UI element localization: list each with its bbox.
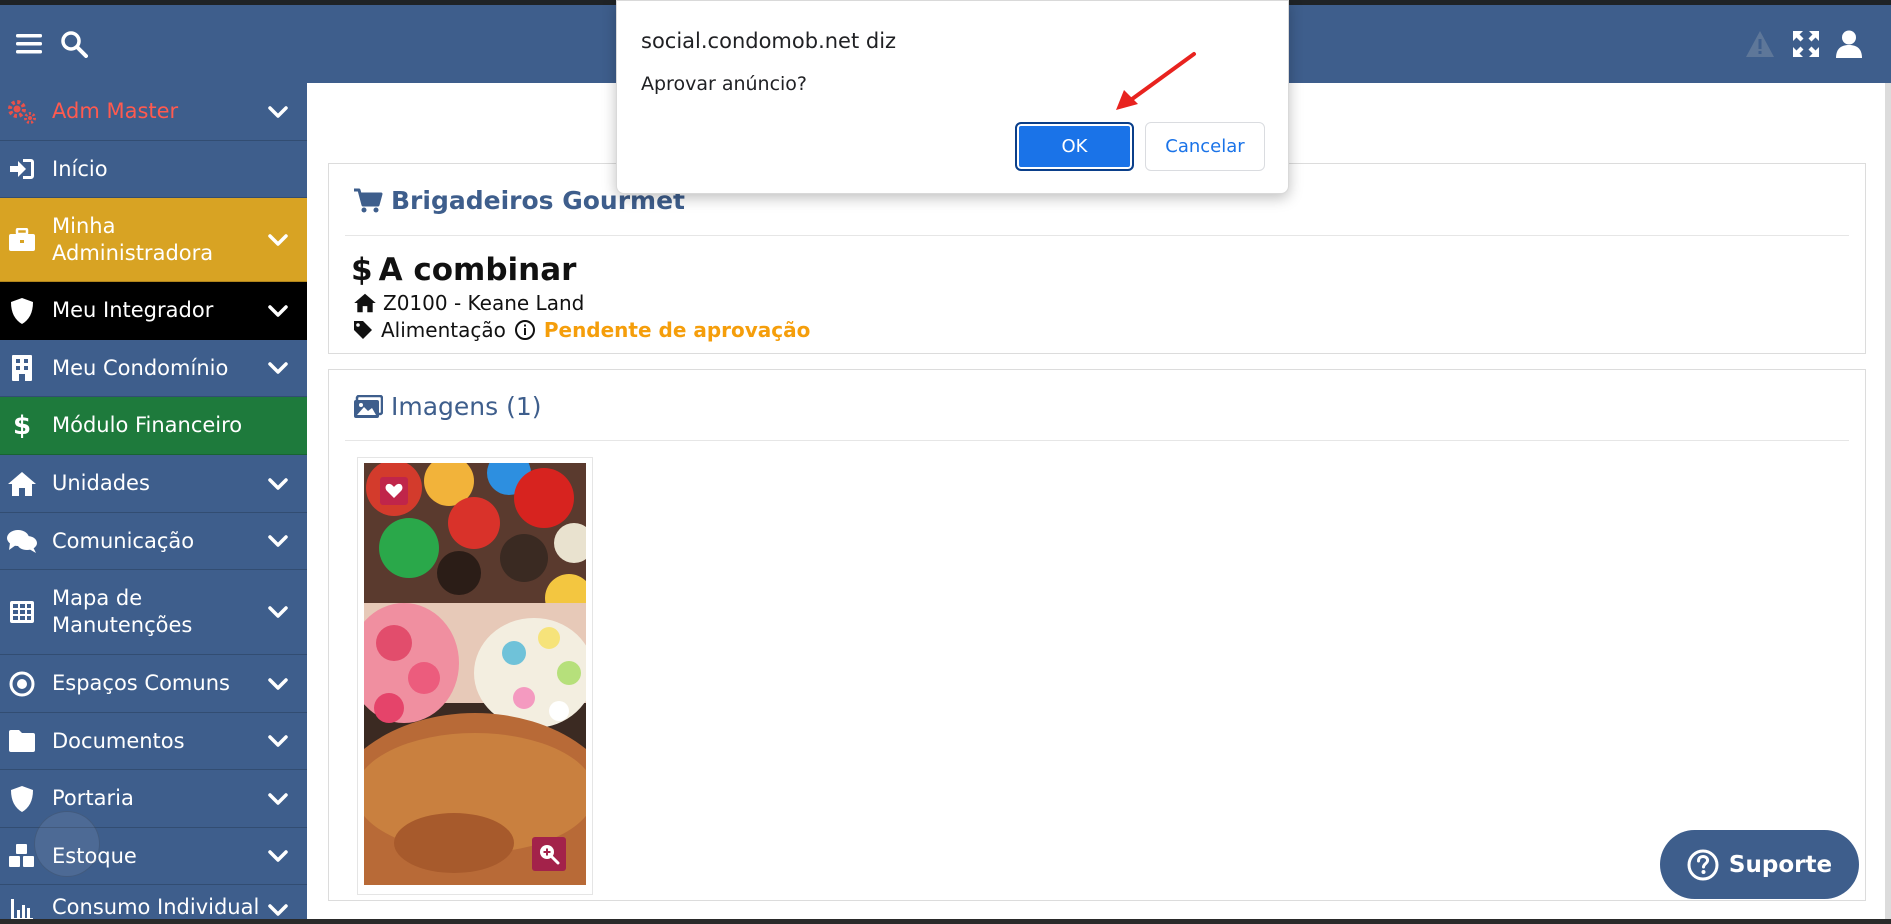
- chart-icon: [6, 894, 38, 919]
- sidebar-item-label: Meu Condomínio: [52, 355, 229, 380]
- listing-category: Alimentação: [381, 318, 506, 342]
- sidebar-item-minha-administradora[interactable]: Minha Administradora: [0, 198, 307, 282]
- images-icon: [354, 394, 383, 418]
- question-circle-icon: [1687, 849, 1719, 880]
- dialog-message: Aprovar anúncio?: [641, 73, 808, 95]
- user-icon[interactable]: [1832, 27, 1866, 61]
- sidebar-item-label: Mapa de Manutenções: [52, 586, 193, 637]
- images-title-row: Imagens (1): [353, 392, 542, 421]
- floating-accessibility-button[interactable]: [34, 811, 100, 877]
- sidebar-item-label: Portaria: [52, 786, 134, 810]
- sidebar-item-label: Adm Master: [52, 99, 179, 123]
- gears-icon: [6, 96, 38, 128]
- info-icon: [514, 320, 535, 340]
- sidebar-item-label: Início: [52, 156, 108, 181]
- expand-icon[interactable]: [1789, 27, 1823, 61]
- chevron-down-icon[interactable]: [267, 101, 289, 123]
- sign-in-icon: [6, 153, 38, 185]
- comments-icon: [6, 525, 38, 557]
- sidebar: Adm Master Início Minha Administradora M…: [0, 83, 307, 919]
- images-panel: Imagens (1): [328, 369, 1866, 901]
- divider: [345, 235, 1849, 236]
- dot-circle-icon: [6, 668, 38, 700]
- listing-location: Z0100 - Keane Land: [353, 291, 584, 315]
- divider: [345, 440, 1849, 441]
- grid-icon: [6, 596, 38, 628]
- sidebar-item-label: Espaços Comuns: [52, 671, 230, 695]
- scrollbar[interactable]: [1885, 83, 1891, 924]
- sidebar-item-modulo-financeiro[interactable]: $ Módulo Financeiro: [0, 397, 307, 455]
- chevron-down-icon[interactable]: [267, 845, 289, 867]
- chevron-down-icon[interactable]: [267, 899, 289, 919]
- home-icon: [6, 468, 38, 500]
- chevron-down-icon[interactable]: [267, 473, 289, 495]
- warning-icon[interactable]: [1743, 27, 1777, 61]
- sidebar-item-unidades[interactable]: Unidades: [0, 455, 307, 513]
- sidebar-item-label: Unidades: [52, 471, 150, 495]
- sidebar-item-label: Meu Integrador: [52, 298, 214, 322]
- sidebar-item-label: Documentos: [52, 728, 185, 753]
- sidebar-item-consumo-individual[interactable]: Consumo Individual: [0, 885, 307, 919]
- menu-icon[interactable]: [12, 27, 46, 61]
- listing-location-value: Z0100 - Keane Land: [383, 291, 585, 315]
- sidebar-item-meu-integrador[interactable]: Meu Integrador: [0, 282, 307, 340]
- sidebar-item-label: Módulo Financeiro: [52, 413, 243, 437]
- sidebar-item-documentos[interactable]: Documentos: [0, 713, 307, 770]
- app-window: Adm Master Início Minha Administradora M…: [0, 0, 1891, 924]
- cancel-button[interactable]: Cancelar: [1145, 122, 1265, 171]
- dollar-icon: $: [12, 410, 32, 441]
- sidebar-item-label: Comunicação: [52, 528, 195, 553]
- images-title: Imagens (1): [391, 392, 542, 421]
- ok-button[interactable]: OK: [1015, 122, 1134, 171]
- sidebar-item-comunicacao[interactable]: Comunicação: [0, 513, 307, 570]
- window-bottom-strip: [0, 919, 1891, 924]
- chevron-down-icon[interactable]: [267, 673, 289, 695]
- support-label: Suporte: [1728, 851, 1833, 878]
- briefcase-icon: [6, 224, 38, 256]
- chevron-down-icon[interactable]: [267, 601, 289, 623]
- cart-icon: [354, 188, 383, 212]
- listing-price: $ A combinar: [351, 252, 576, 288]
- sidebar-item-meu-condominio[interactable]: Meu Condomínio: [0, 340, 307, 397]
- chevron-down-icon[interactable]: [267, 788, 289, 810]
- sidebar-item-espacos-comuns[interactable]: Espaços Comuns: [0, 655, 307, 713]
- search-icon[interactable]: [57, 27, 91, 61]
- chevron-down-icon[interactable]: [267, 357, 289, 379]
- chevron-down-icon[interactable]: [267, 530, 289, 552]
- listing-meta: Alimentação Pendente de aprovação: [353, 318, 810, 342]
- annotation-arrow-icon: [1116, 52, 1196, 110]
- chevron-down-icon[interactable]: [267, 300, 289, 322]
- sidebar-item-mapa-manutencoes[interactable]: Mapa de Manutenções: [0, 570, 307, 655]
- dollar-icon: $: [351, 252, 373, 288]
- dialog-origin: social.condomob.net diz: [641, 29, 897, 53]
- sidebar-item-inicio[interactable]: Início: [0, 141, 307, 198]
- shield-icon: [6, 295, 38, 327]
- building-icon: [6, 352, 38, 384]
- image-thumbnail[interactable]: [364, 463, 586, 885]
- support-button[interactable]: Suporte: [1660, 830, 1859, 899]
- shield-icon: [6, 783, 38, 815]
- listing-price-value: A combinar: [378, 252, 577, 288]
- sidebar-item-adm-master[interactable]: Adm Master: [0, 83, 307, 141]
- tag-icon: [354, 321, 372, 339]
- sidebar-item-label: Minha Administradora: [52, 213, 214, 265]
- zoom-in-icon[interactable]: [532, 837, 566, 871]
- status-badge: Pendente de aprovação: [543, 318, 811, 342]
- home-icon: [354, 293, 376, 313]
- sidebar-item-label: Consumo Individual: [52, 895, 260, 919]
- chevron-down-icon[interactable]: [267, 730, 289, 752]
- folder-icon: [6, 725, 38, 757]
- favorite-heart-icon[interactable]: [380, 477, 408, 505]
- chevron-down-icon[interactable]: [267, 229, 289, 251]
